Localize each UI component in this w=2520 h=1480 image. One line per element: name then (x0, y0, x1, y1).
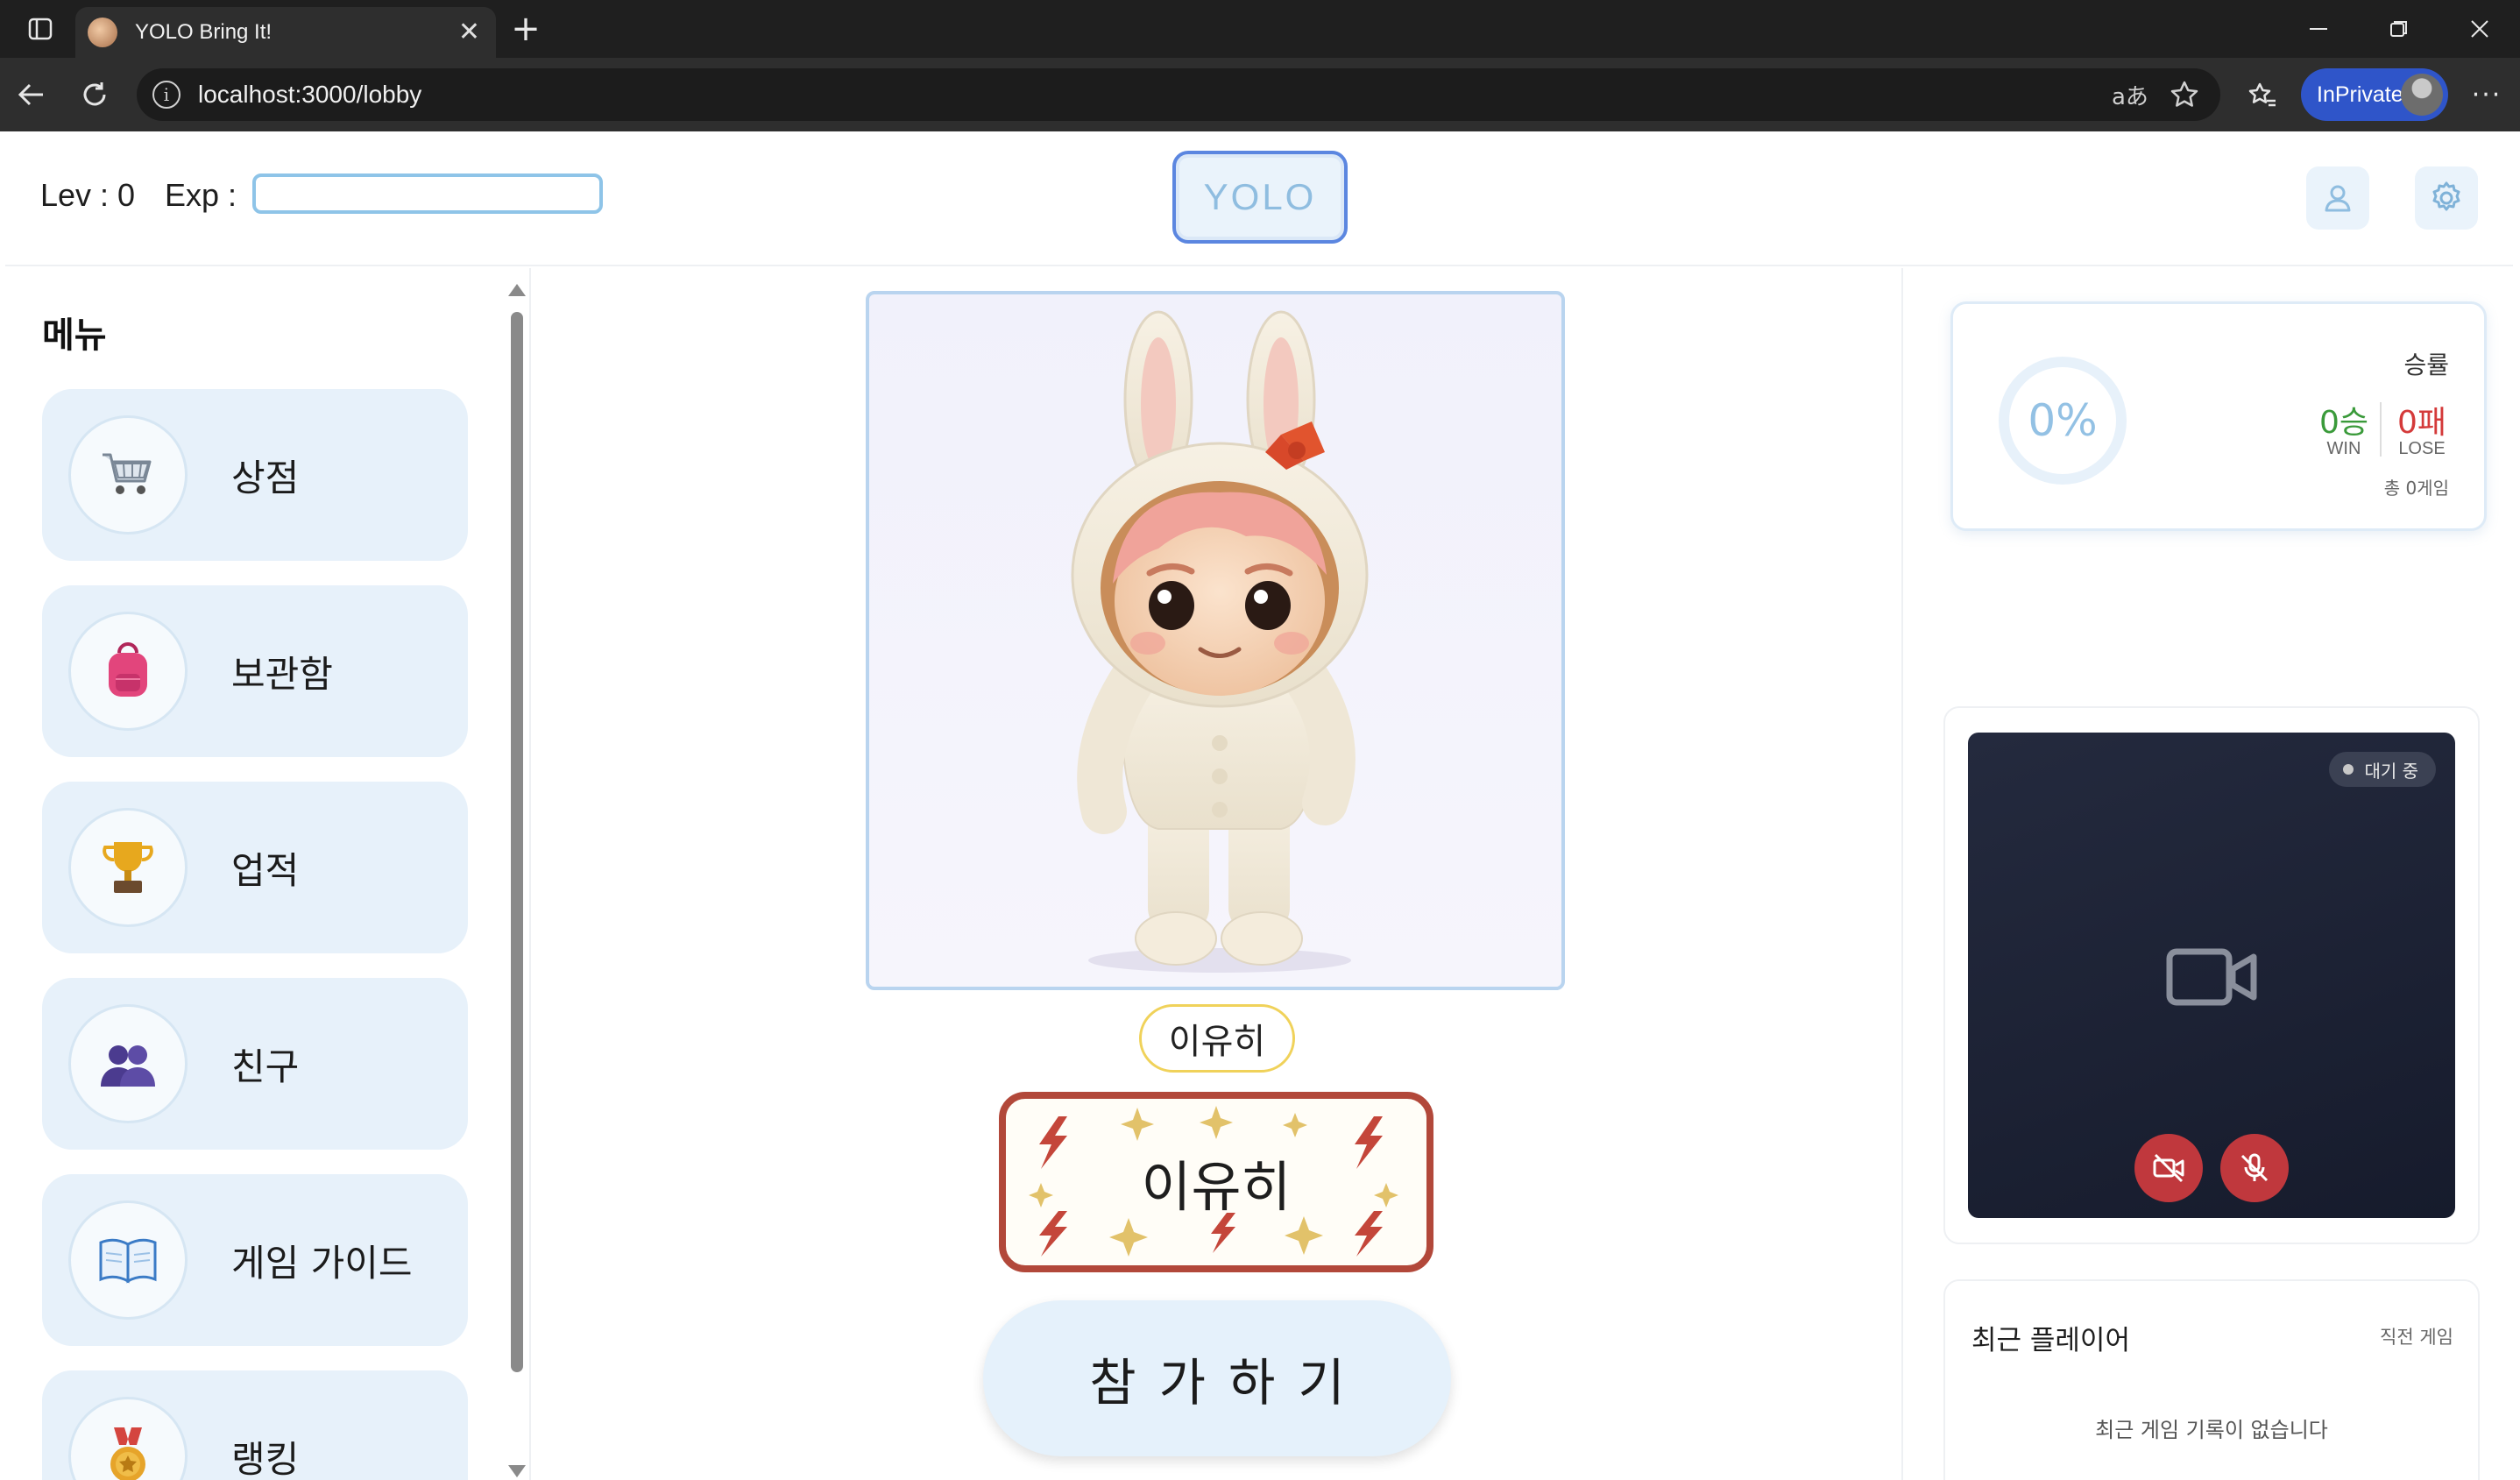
total-games: 총 0게임 (2383, 478, 2449, 499)
top-bar: Lev : 0 Exp : YOLO (5, 131, 2513, 266)
browser-tab-bar: YOLO Bring It! ✕ + (0, 0, 2520, 58)
sidebar-item-label: 게임 가이드 (231, 1241, 413, 1285)
trophy-icon (68, 808, 188, 927)
losses-label: LOSE (2398, 439, 2446, 458)
character-preview (866, 291, 1565, 990)
sidebar-item-label: 보관함 (231, 652, 333, 696)
sidebar-item-friends[interactable]: 친구 (42, 978, 468, 1150)
more-menu-icon[interactable]: ··· (2462, 70, 2511, 119)
back-icon[interactable] (7, 70, 56, 119)
new-tab-icon[interactable]: + (503, 0, 549, 58)
scroll-up-icon[interactable] (508, 284, 526, 296)
address-bar: i localhost:3000/lobby aあ InPrivate ··· (0, 58, 2520, 131)
favorites-icon[interactable] (2238, 70, 2287, 119)
level-text: Lev : 0 (40, 177, 136, 213)
wins-count: 0승 (2318, 405, 2369, 441)
video-camera-icon (2166, 948, 2257, 1006)
status-badge: 대기 중 (2329, 752, 2436, 787)
win-rate-value: 0% (2028, 395, 2098, 446)
win-rate-card: 0% 승률 0승 WIN 0패 LOSE 총 0게임 (1950, 301, 2487, 531)
favorite-star-icon[interactable] (2170, 68, 2199, 121)
recent-empty-message: 최근 게임 기록이 없습니다 (2095, 1418, 2328, 1442)
status-dot-icon (2343, 764, 2354, 775)
win-rate-ring: 0% (1999, 357, 2127, 485)
sidebar-item-label: 업적 (231, 848, 300, 892)
inprivate-label: InPrivate (2317, 81, 2403, 107)
site-info-icon[interactable]: i (152, 81, 181, 109)
scroll-down-icon[interactable] (508, 1465, 526, 1477)
yolo-logo-button[interactable]: YOLO (1172, 151, 1348, 244)
read-aloud-icon[interactable]: aあ (2112, 68, 2148, 121)
camera-off-icon (2153, 1153, 2184, 1183)
exp-label: Exp : (165, 177, 237, 213)
medal-icon (68, 1397, 188, 1480)
sidebar-item-label: 상점 (231, 456, 300, 499)
character-avatar-image (1071, 310, 1369, 973)
settings-button[interactable] (2415, 166, 2478, 230)
camera-toggle-button[interactable] (2134, 1134, 2203, 1202)
status-text: 대기 중 (2364, 760, 2418, 782)
stats-divider (2380, 402, 2382, 457)
sidebar-item-ranking[interactable]: 랭킹 (42, 1370, 468, 1480)
user-icon (2325, 185, 2351, 212)
app-page: Lev : 0 Exp : YOLO 메뉴 상점 보관함 업적 친구 게임 가이… (5, 131, 2513, 1480)
cart-icon (68, 415, 188, 535)
join-game-label: 참가하기 (1089, 1353, 1368, 1413)
nameplate-card: 이유히 (999, 1092, 1433, 1272)
recent-players-title: 최근 플레이어 (1971, 1325, 2130, 1356)
video-card: 대기 중 (1943, 706, 2480, 1244)
reload-icon[interactable] (70, 70, 119, 119)
nameplate-text: 이유히 (1141, 1155, 1292, 1219)
backpack-icon (68, 612, 188, 731)
tab-favicon-icon (88, 18, 117, 47)
sidebar-item-shop[interactable]: 상점 (42, 389, 468, 561)
nickname-text: 이유히 (1168, 1022, 1266, 1062)
restore-icon[interactable] (2359, 0, 2439, 58)
video-preview: 대기 중 (1968, 733, 2455, 1218)
tab-actions-icon[interactable] (16, 0, 65, 58)
yolo-logo-text: YOLO (1203, 176, 1317, 217)
wins-label: WIN (2326, 439, 2361, 458)
nickname-pill: 이유히 (1139, 1004, 1295, 1073)
mic-off-icon (2240, 1153, 2269, 1182)
sidebar-item-label: 랭킹 (231, 1437, 300, 1480)
mic-toggle-button[interactable] (2220, 1134, 2289, 1202)
book-icon (68, 1200, 188, 1320)
tab-title: YOLO Bring It! (135, 20, 273, 44)
exp-progress-bar (252, 173, 603, 214)
close-window-icon[interactable] (2439, 0, 2520, 58)
sidebar-item-achievements[interactable]: 업적 (42, 782, 468, 953)
inprivate-button[interactable]: InPrivate (2301, 68, 2448, 121)
profile-avatar (2401, 74, 2443, 116)
minimize-icon[interactable] (2278, 0, 2359, 58)
url-text: localhost:3000/lobby (198, 81, 422, 108)
sidebar-scrollbar[interactable] (506, 280, 527, 1480)
sidebar-item-game-guide[interactable]: 게임 가이드 (42, 1174, 468, 1346)
losses-count: 0패 (2396, 405, 2447, 441)
join-game-button[interactable]: 참가하기 (983, 1300, 1451, 1456)
browser-tab[interactable]: YOLO Bring It! ✕ (75, 7, 496, 58)
sidebar-item-label: 친구 (231, 1044, 300, 1088)
sidebar: 메뉴 상점 보관함 업적 친구 게임 가이드 랭킹 (5, 268, 531, 1480)
previous-game-link[interactable]: 직전 게임 (2380, 1323, 2453, 1349)
menu-title: 메뉴 (42, 315, 107, 356)
sidebar-item-storage[interactable]: 보관함 (42, 585, 468, 757)
scrollbar-thumb[interactable] (511, 312, 523, 1372)
right-panel: 0% 승률 0승 WIN 0패 LOSE 총 0게임 대기 중 최근 플레이어 … (1901, 268, 2513, 1480)
url-field[interactable]: i localhost:3000/lobby aあ (137, 68, 2220, 121)
gear-icon (2432, 181, 2460, 211)
profile-button[interactable] (2306, 166, 2369, 230)
tab-close-icon[interactable]: ✕ (458, 18, 480, 47)
recent-players-card: 최근 플레이어 직전 게임 최근 게임 기록이 없습니다 (1943, 1279, 2480, 1480)
win-rate-label: 승률 (2403, 351, 2449, 379)
friends-icon (68, 1004, 188, 1123)
